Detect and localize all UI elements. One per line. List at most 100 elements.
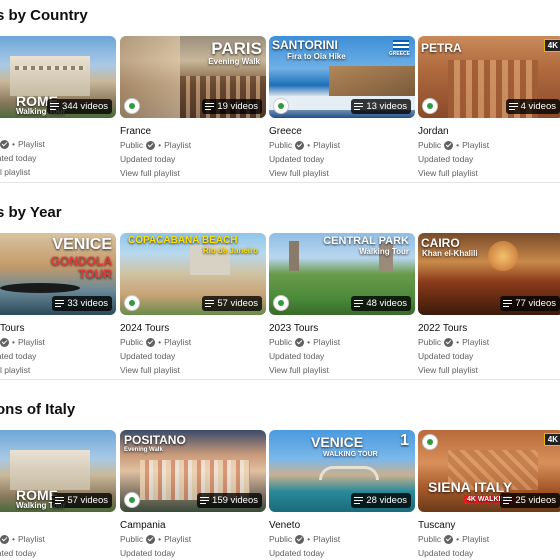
playlist-updated: dated today bbox=[0, 153, 37, 163]
channel-logo bbox=[273, 98, 289, 114]
playlist-thumbnail[interactable]: POSITANO Evening Walk 159 videos bbox=[120, 430, 266, 512]
thumbnail-subtitle: Rio de Janeiro bbox=[202, 246, 258, 255]
playlist-card[interactable]: POSITANO Evening Walk 159 videos Campani… bbox=[120, 430, 266, 558]
view-full-playlist-link[interactable]: l playlist bbox=[0, 167, 30, 177]
playlist-updated: dated today bbox=[0, 548, 37, 558]
playlist-thumbnail[interactable]: COPACABANA BEACH Rio de Janeiro 57 video… bbox=[120, 233, 266, 315]
playlist-icon bbox=[205, 103, 215, 110]
video-count-badge: 25 videos bbox=[500, 493, 560, 508]
verified-check-icon bbox=[0, 139, 9, 149]
playlist-visibility: • Playlist bbox=[0, 139, 45, 149]
verified-check-icon bbox=[444, 140, 454, 150]
playlist-card[interactable]: VENICE WALKING TOUR 1 28 videos Veneto P… bbox=[269, 430, 415, 558]
playlist-updated: Updated today bbox=[120, 548, 176, 558]
thumbnail-title: SIENA ITALY bbox=[428, 479, 513, 495]
verified-check-icon bbox=[444, 534, 454, 544]
view-full-playlist-link[interactable]: View full playlist bbox=[269, 168, 329, 178]
thumbnail-title: SANTORINI bbox=[272, 38, 338, 52]
view-full-playlist-link[interactable]: View full playlist bbox=[120, 168, 180, 178]
verified-check-icon bbox=[0, 534, 9, 544]
playlist-visibility: Public • Playlist bbox=[418, 337, 490, 347]
playlist-card[interactable]: ROME Walking Tour 344 videos •Playlist d… bbox=[0, 36, 116, 177]
thumbnail-subtitle: Walking Tour bbox=[359, 247, 409, 256]
playlist-card[interactable]: ROME Walking Tour 57 videos •Playlist da… bbox=[0, 430, 116, 558]
section-title: s by Year bbox=[0, 204, 62, 221]
playlist-thumbnail[interactable]: ROME Walking Tour 57 videos bbox=[0, 430, 116, 512]
playlist-icon bbox=[503, 497, 513, 504]
playlist-card[interactable]: COPACABANA BEACH Rio de Janeiro 57 video… bbox=[120, 233, 266, 375]
playlist-icon bbox=[354, 103, 364, 110]
playlist-visibility: Public • Playlist bbox=[120, 140, 192, 150]
video-count-badge: 77 videos bbox=[500, 296, 560, 311]
video-count-badge: 48 videos bbox=[351, 296, 411, 311]
channel-logo bbox=[422, 434, 438, 450]
playlist-icon bbox=[205, 300, 215, 307]
playlist-card[interactable]: 4K SIENA ITALY 4K WALKING 25 videos Tusc… bbox=[418, 430, 560, 558]
playlist-name[interactable]: Tuscany bbox=[418, 520, 455, 531]
playlist-thumbnail[interactable]: ROME Walking Tour 344 videos bbox=[0, 36, 116, 118]
section-title: s by Country bbox=[0, 7, 88, 24]
playlist-name[interactable]: 2023 Tours bbox=[269, 323, 318, 334]
verified-check-icon bbox=[146, 337, 156, 347]
video-count-badge: 344 videos bbox=[47, 99, 112, 114]
playlist-thumbnail[interactable]: VENICE GONDOLA TOUR 33 videos bbox=[0, 233, 116, 315]
video-count-badge: 4 videos bbox=[505, 99, 560, 114]
channel-logo bbox=[124, 295, 140, 311]
playlist-thumbnail[interactable]: SANTORINI Fira to Oia Hike GREECE 13 vid… bbox=[269, 36, 415, 118]
playlist-name[interactable]: 2024 Tours bbox=[120, 323, 169, 334]
thumbnail-subtitle: Khan el-Khalili bbox=[422, 249, 478, 258]
video-count-badge: 13 videos bbox=[351, 99, 411, 114]
playlist-visibility: Public • Playlist bbox=[120, 534, 192, 544]
playlist-thumbnail[interactable]: VENICE WALKING TOUR 1 28 videos bbox=[269, 430, 415, 512]
playlist-name[interactable]: Jordan bbox=[418, 126, 449, 137]
thumbnail-subtitle: Evening Walk bbox=[124, 447, 163, 453]
playlist-icon bbox=[508, 103, 518, 110]
greece-flag-icon bbox=[393, 40, 409, 50]
playlist-updated: Updated today bbox=[120, 154, 176, 164]
playlist-name[interactable]: 2022 Tours bbox=[418, 323, 467, 334]
playlist-updated: dated today bbox=[0, 351, 37, 361]
playlist-name[interactable]: France bbox=[120, 126, 151, 137]
section-divider bbox=[0, 379, 560, 380]
playlist-name[interactable]: Veneto bbox=[269, 520, 300, 531]
playlist-thumbnail[interactable]: PARIS Evening Walk 19 videos bbox=[120, 36, 266, 118]
thumbnail-title: POSITANO bbox=[124, 433, 186, 447]
hd-badge: 4K bbox=[543, 39, 560, 52]
view-full-playlist-link[interactable]: View full playlist bbox=[120, 365, 180, 375]
playlist-visibility: • Playlist bbox=[0, 337, 45, 347]
playlist-thumbnail[interactable]: 4K SIENA ITALY 4K WALKING 25 videos bbox=[418, 430, 560, 512]
view-full-playlist-link[interactable]: View full playlist bbox=[418, 365, 478, 375]
playlist-name[interactable]: Campania bbox=[120, 520, 166, 531]
playlist-name[interactable]: Greece bbox=[269, 126, 302, 137]
playlist-thumbnail[interactable]: CAIRO Khan el-Khalili 77 videos bbox=[418, 233, 560, 315]
thumbnail-number: 1 bbox=[400, 432, 409, 449]
thumbnail-subtitle: Fira to Oia Hike bbox=[287, 52, 346, 61]
thumbnail-title: VENICE bbox=[311, 434, 364, 450]
playlist-thumbnail[interactable]: CENTRAL PARK Walking Tour 48 videos bbox=[269, 233, 415, 315]
view-full-playlist-link[interactable]: View full playlist bbox=[269, 365, 329, 375]
playlist-icon bbox=[55, 300, 65, 307]
view-full-playlist-link[interactable]: l playlist bbox=[0, 365, 30, 375]
playlist-icon bbox=[354, 497, 364, 504]
playlist-updated: Updated today bbox=[418, 548, 474, 558]
video-count-badge: 159 videos bbox=[197, 493, 262, 508]
thumbnail-subtitle: WALKING TOUR bbox=[323, 451, 378, 458]
playlist-card[interactable]: PARIS Evening Walk 19 videos France Publ… bbox=[120, 36, 266, 178]
playlist-icon bbox=[55, 497, 65, 504]
playlist-visibility: • Playlist bbox=[0, 534, 45, 544]
playlist-card[interactable]: CAIRO Khan el-Khalili 77 videos 2022 Tou… bbox=[418, 233, 560, 375]
country-tag: GREECE bbox=[388, 51, 410, 57]
playlist-icon bbox=[354, 300, 364, 307]
view-full-playlist-link[interactable]: View full playlist bbox=[418, 168, 478, 178]
playlist-thumbnail[interactable]: PETRA 4K 4 videos bbox=[418, 36, 560, 118]
playlist-icon bbox=[503, 300, 513, 307]
playlist-card[interactable]: SANTORINI Fira to Oia Hike GREECE 13 vid… bbox=[269, 36, 415, 178]
playlist-name[interactable]: Tours bbox=[0, 323, 24, 334]
playlist-card[interactable]: CENTRAL PARK Walking Tour 48 videos 2023… bbox=[269, 233, 415, 375]
playlist-card[interactable]: PETRA 4K 4 videos Jordan Public • Playlist… bbox=[418, 36, 560, 178]
verified-check-icon bbox=[295, 140, 305, 150]
playlist-card[interactable]: VENICE GONDOLA TOUR 33 videos Tours • Pla… bbox=[0, 233, 116, 375]
playlist-updated: Updated today bbox=[269, 351, 325, 361]
channel-logo bbox=[124, 492, 140, 508]
thumbnail-title: CENTRAL PARK bbox=[323, 235, 409, 247]
